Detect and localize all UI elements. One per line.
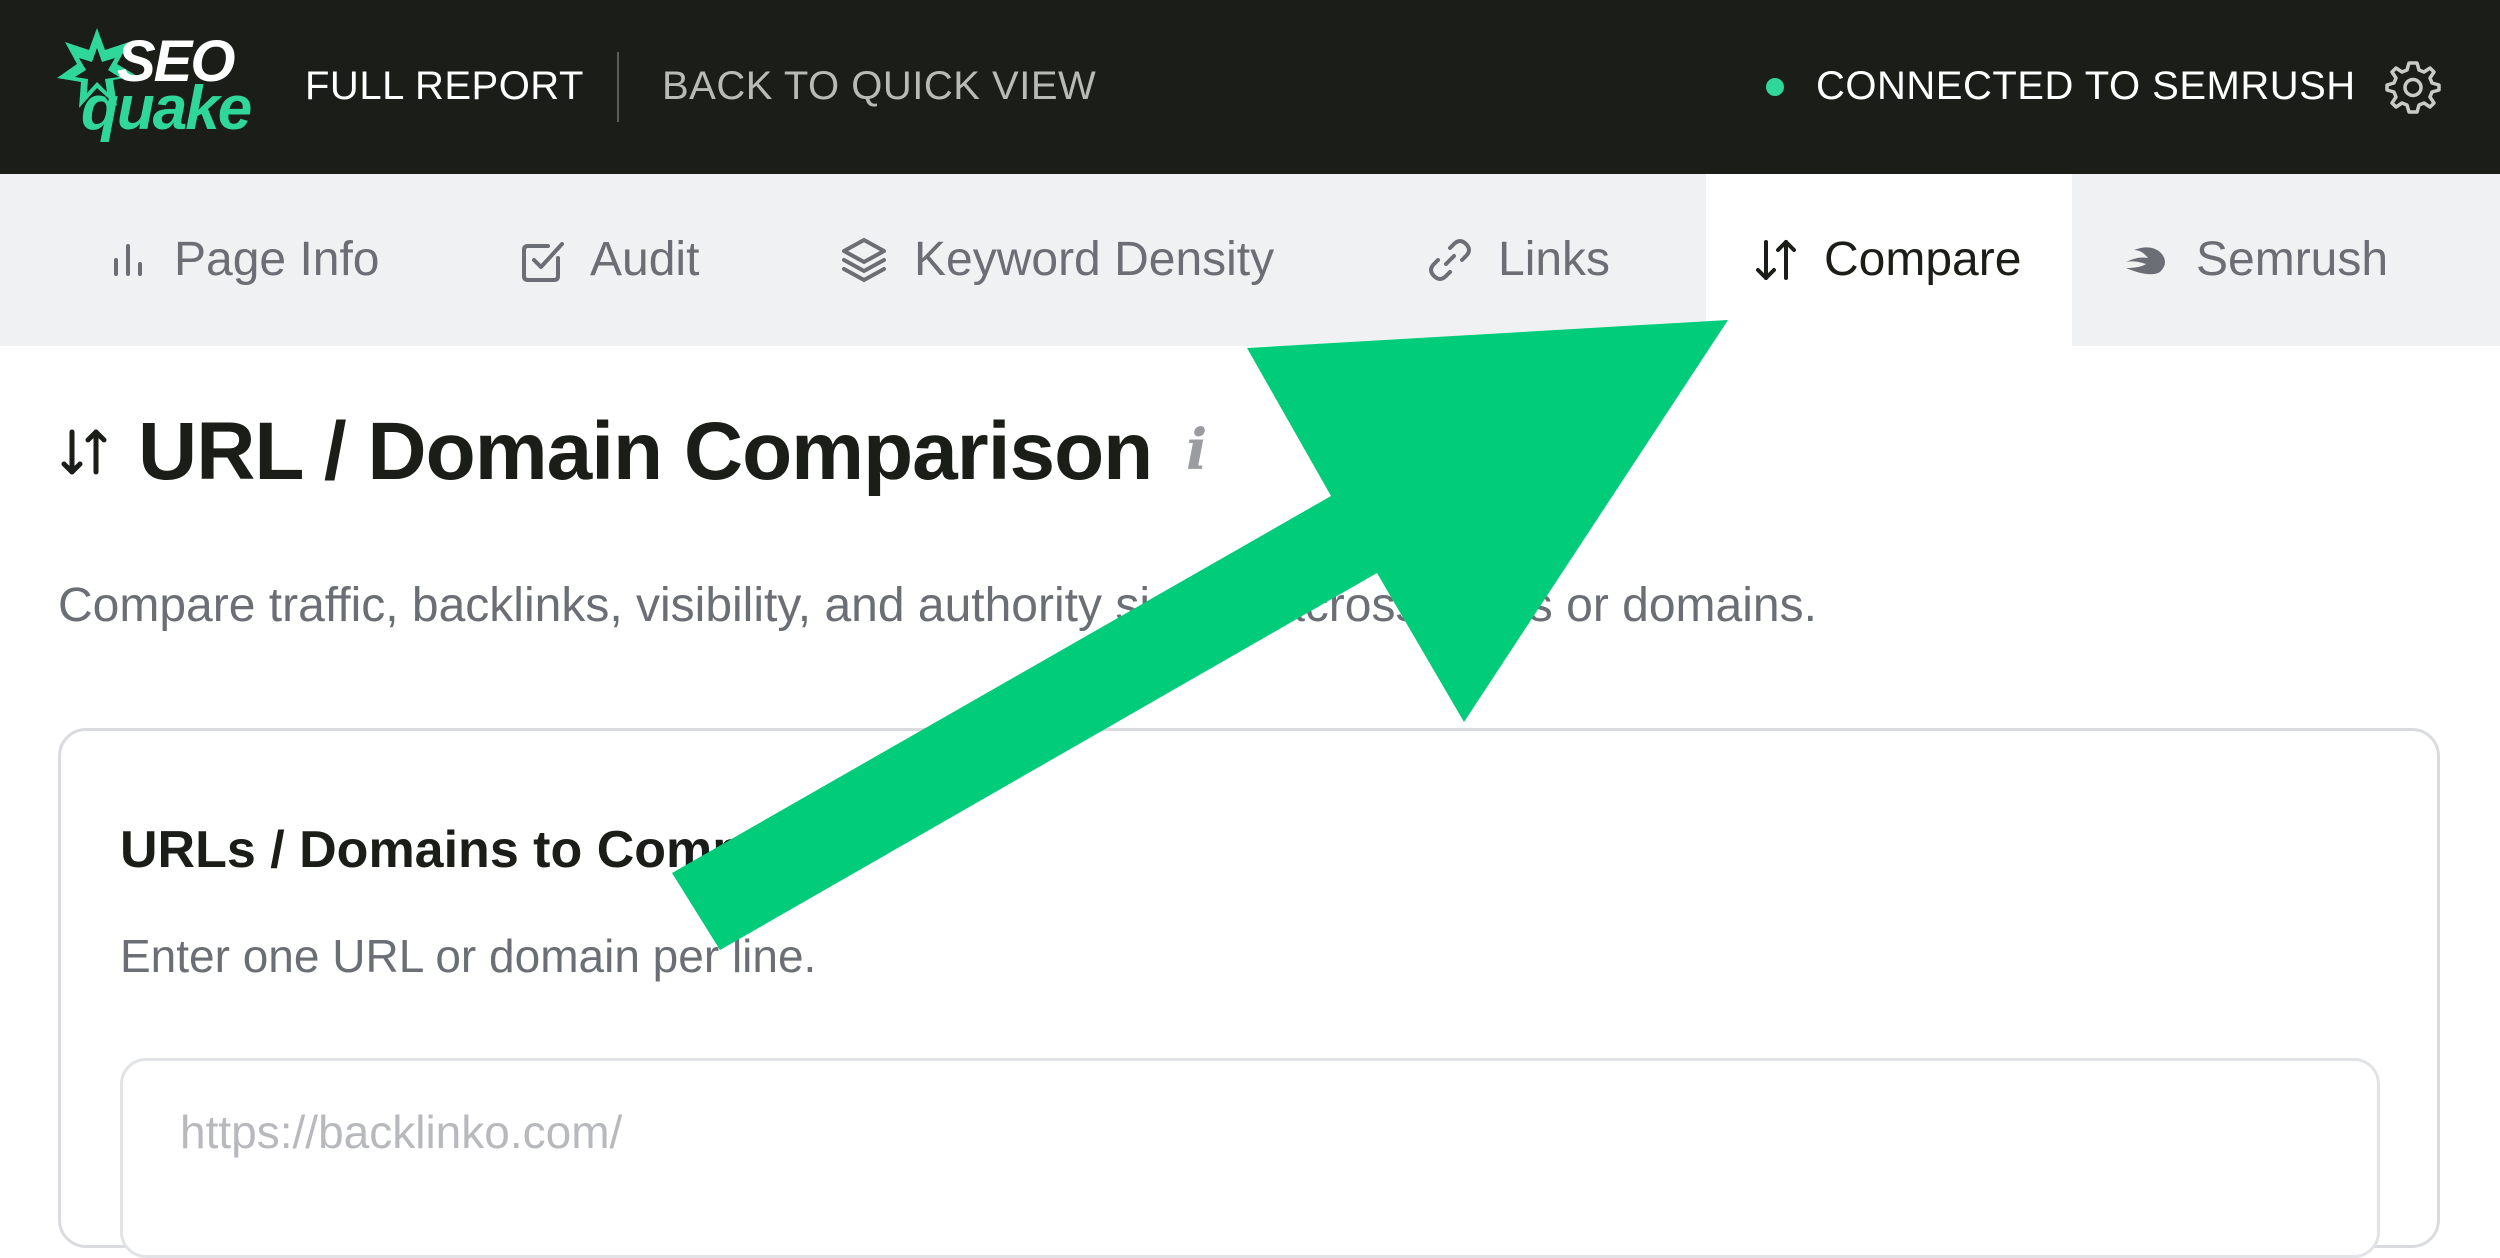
tab-keyword-density-label: Keyword Density bbox=[914, 233, 1275, 286]
card-title: URLs / Domains to Compare bbox=[120, 821, 823, 879]
gear-icon[interactable] bbox=[2382, 57, 2442, 117]
tab-bar: Page Info Audit Keyword Density Links Co… bbox=[0, 174, 2500, 346]
sort-arrows-icon bbox=[1756, 240, 1796, 280]
link-icon bbox=[1429, 239, 1471, 281]
seoquake-logo[interactable]: SEO quake bbox=[57, 28, 252, 148]
layers-icon bbox=[842, 238, 886, 282]
card-hint: Enter one URL or domain per line. bbox=[120, 930, 817, 982]
tab-audit-label: Audit bbox=[590, 233, 700, 286]
tab-compare[interactable]: Compare bbox=[1706, 174, 2072, 346]
page-description: Compare traffic, backlinks, visibility, … bbox=[58, 579, 1817, 632]
tab-page-info[interactable]: Page Info bbox=[80, 174, 420, 346]
tab-semrush-label: Semrush bbox=[2196, 233, 2389, 286]
logo-quake-text: quake bbox=[81, 74, 252, 143]
checkbox-icon bbox=[522, 242, 564, 282]
page-title: URL / Domain Comparison bbox=[138, 406, 1153, 497]
tab-keyword-density[interactable]: Keyword Density bbox=[820, 174, 1320, 346]
back-to-quick-view-link[interactable]: BACK TO QUICK VIEW bbox=[662, 58, 1096, 114]
nav-divider bbox=[617, 52, 619, 122]
tab-semrush[interactable]: Semrush bbox=[2110, 174, 2480, 346]
info-icon[interactable]: i bbox=[1186, 420, 1220, 480]
sort-arrows-icon bbox=[61, 429, 107, 475]
connection-status-dot bbox=[1766, 78, 1784, 96]
bar-chart-icon bbox=[114, 244, 142, 276]
full-report-link[interactable]: FULL REPORT bbox=[305, 58, 584, 114]
tab-links-label: Links bbox=[1498, 233, 1611, 286]
semrush-icon bbox=[2126, 247, 2165, 275]
urls-textarea-placeholder: https://backlinko.com/ bbox=[180, 1106, 623, 1158]
tab-links[interactable]: Links bbox=[1410, 174, 1650, 346]
top-bar: SEO quake FULL REPORT BACK TO QUICK VIEW… bbox=[0, 0, 2500, 174]
connection-status-text: CONNECTED TO SEMRUSH bbox=[1816, 64, 2356, 108]
tab-compare-label: Compare bbox=[1824, 233, 2022, 286]
tab-page-info-label: Page Info bbox=[174, 233, 380, 286]
tab-audit[interactable]: Audit bbox=[500, 174, 740, 346]
